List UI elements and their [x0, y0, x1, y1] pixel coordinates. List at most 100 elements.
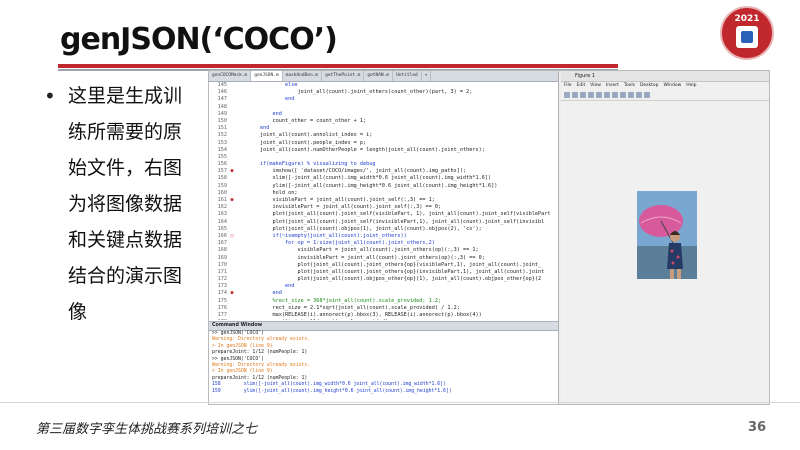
line-number: 161 [217, 197, 227, 203]
code-text: plot(joint_all(count).joint_self(visible… [235, 211, 551, 218]
code-line[interactable]: 173 end [209, 283, 558, 290]
editor-tab[interactable]: genCOCOMask.m [209, 71, 252, 81]
code-line[interactable]: 162 invisiblePart = joint_all(count).joi… [209, 204, 558, 211]
print-icon[interactable] [588, 92, 594, 98]
code-line[interactable]: 160 hold on; [209, 190, 558, 197]
code-line[interactable]: 164 plot(joint_all(count).joint_self(inv… [209, 219, 558, 226]
code-line[interactable]: 167 for op = 1:size(joint_all(count).joi… [209, 240, 558, 247]
figure-menu-item[interactable]: Tools [624, 82, 635, 90]
code-text: joint_all(count).annolist_index = i; [235, 132, 373, 139]
code-line[interactable]: 158 xlim([-joint_all(count).img_width*0.… [209, 175, 558, 182]
line-number: 175 [217, 297, 227, 304]
save-icon[interactable] [580, 92, 586, 98]
code-area: 145 else 146 joint_all(count).joint_other… [209, 82, 558, 320]
figure-menu-item[interactable]: Window [664, 82, 682, 90]
code-text: end [235, 290, 282, 297]
rotate-icon[interactable] [620, 92, 626, 98]
breakpoint-marker[interactable] [229, 104, 235, 111]
zoom-in-icon[interactable] [596, 92, 602, 98]
badge-emblem-icon [736, 26, 758, 48]
code-line[interactable]: 178 sqrt(joint_all(count).scale_provided… [209, 319, 558, 320]
line-number: 167 [217, 240, 227, 247]
line-number: 162 [217, 204, 227, 211]
code-line[interactable]: 163 plot(joint_all(count).joint_self(vis… [209, 211, 558, 218]
editor-tab[interactable]: getNAN.m [364, 71, 394, 81]
open-icon[interactable] [572, 92, 578, 98]
code-line[interactable]: 172 plot(joint_all(count).objpos_other{o… [209, 276, 558, 283]
photo-illustration [637, 191, 697, 279]
footer-text: 第三届数字孪生体挑战赛系列培训之七 [36, 422, 258, 437]
line-number: 148 [217, 103, 227, 110]
code-text: joint_all(count).numOtherPeople = length… [235, 146, 485, 153]
code-line[interactable]: 177 max(RELEASE(i).annorect(p).bbox(3), … [209, 312, 558, 319]
code-line[interactable]: 159 ylim([-joint_all(count).img_height*0… [209, 183, 558, 190]
code-line[interactable]: 152 joint_all(count).annolist_index = i; [209, 132, 558, 139]
code-text: end [235, 283, 295, 290]
code-text: for op = 1:size(joint_all(count).joint_o… [235, 240, 435, 247]
figure-menu-item[interactable]: File [564, 82, 572, 90]
code-line[interactable]: 151 end [209, 125, 558, 132]
figure-menu-item[interactable]: Desktop [640, 82, 659, 90]
editor-tab[interactable]: + [422, 71, 432, 81]
code-line[interactable]: 176 rect_size = 2.1*sqrt(joint_all(count… [209, 305, 558, 312]
line-number: 146 [217, 89, 227, 96]
figure-menu-item[interactable]: View [590, 82, 601, 90]
line-number: 149 [217, 110, 227, 117]
code-text: ylim([-joint_all(count).img_height*0.6 j… [235, 182, 498, 189]
figure-window: Figure 1 File Edit View Insert Tools Desktop W… [561, 71, 769, 404]
figure-menu-item[interactable]: Insert [606, 82, 619, 90]
code-line[interactable]: 174 ● end [209, 290, 558, 297]
editor-tab[interactable]: genJSON.m [251, 71, 283, 81]
code-line[interactable]: 145 else [209, 82, 558, 89]
command-window: Command Window >> genJSON('COCO') Warning… [209, 321, 559, 404]
code-line[interactable]: 153 joint_all(count).people_index = p; [209, 140, 558, 147]
code-line[interactable]: 170 plot(joint_all(count).joint_others{o… [209, 262, 558, 269]
code-text: sqrt(joint_all(count).scale_provided) [235, 319, 388, 320]
line-number: 147 [217, 96, 227, 103]
slide-title: genJSON(‘COCO’) [60, 22, 338, 57]
breakpoint-marker[interactable] [229, 154, 235, 161]
code-line[interactable]: 169 invisiblePart = joint_all(count).joi… [209, 255, 558, 262]
code-line[interactable]: 150 count_other = count_other + 1; [209, 118, 558, 125]
code-editor: genCOCOMask.m genJSON.m maskAndDen.m getThe… [209, 71, 559, 321]
competition-badge-icon: 2021 [720, 6, 774, 60]
sample-photo-umbrella-person [637, 191, 697, 279]
line-number: 171 [217, 268, 227, 275]
pan-icon[interactable] [612, 92, 618, 98]
code-text: count_other = count_other + 1; [235, 117, 367, 124]
line-number: 177 [217, 312, 227, 318]
figure-menu-item[interactable]: Help [686, 82, 696, 90]
editor-tab[interactable]: getThePoint.m [322, 71, 365, 81]
code-line[interactable]: 148 [209, 104, 558, 111]
code-line[interactable]: 157 ● imshow([ 'dataset/COCO/images/', jo… [209, 168, 558, 175]
code-line[interactable]: 156 if(makeFigure) % visualizing to debu… [209, 161, 558, 168]
editor-tab[interactable]: maskAndDen.m [283, 71, 323, 81]
line-number: 173 [217, 283, 227, 290]
zoom-out-icon[interactable] [604, 92, 610, 98]
code-line[interactable]: 168 visiblePart = joint_all(count).joint… [209, 247, 558, 254]
code-line[interactable]: 154 joint_all(count).numOtherPeople = le… [209, 147, 558, 154]
code-line[interactable]: 146 joint_all(count).joint_others(count_… [209, 89, 558, 96]
badge-year: 2021 [734, 14, 760, 24]
code-line[interactable]: 166 ○ if(~isempty(joint_all(count).joint_… [209, 233, 558, 240]
code-line[interactable]: 175 %rect_size = 368*joint_all(count).sc… [209, 298, 558, 305]
legend-icon[interactable] [644, 92, 650, 98]
line-number: 166 [217, 232, 227, 239]
code-line[interactable]: 155 [209, 154, 558, 161]
command-window-title: Command Window [209, 322, 558, 331]
line-number: 145 [217, 82, 227, 88]
brush-icon[interactable] [636, 92, 642, 98]
code-line[interactable]: 161 ● visiblePart = joint_all(count).join… [209, 197, 558, 204]
code-text: end [235, 125, 270, 132]
figure-menu-item[interactable]: Edit [577, 82, 586, 90]
editor-tab[interactable]: Untitled [393, 71, 422, 81]
code-line[interactable]: 165 plot(joint_all(count).objpos(1), joi… [209, 226, 558, 233]
code-line[interactable]: 149 end [209, 111, 558, 118]
line-number: 150 [217, 117, 227, 124]
figure-title: Figure 1 [575, 73, 596, 79]
data-cursor-icon[interactable] [628, 92, 634, 98]
line-number: 172 [217, 276, 227, 283]
code-line[interactable]: 171 plot(joint_all(count).joint_others{o… [209, 269, 558, 276]
code-line[interactable]: 147 end [209, 96, 558, 103]
new-figure-icon[interactable] [564, 92, 570, 98]
